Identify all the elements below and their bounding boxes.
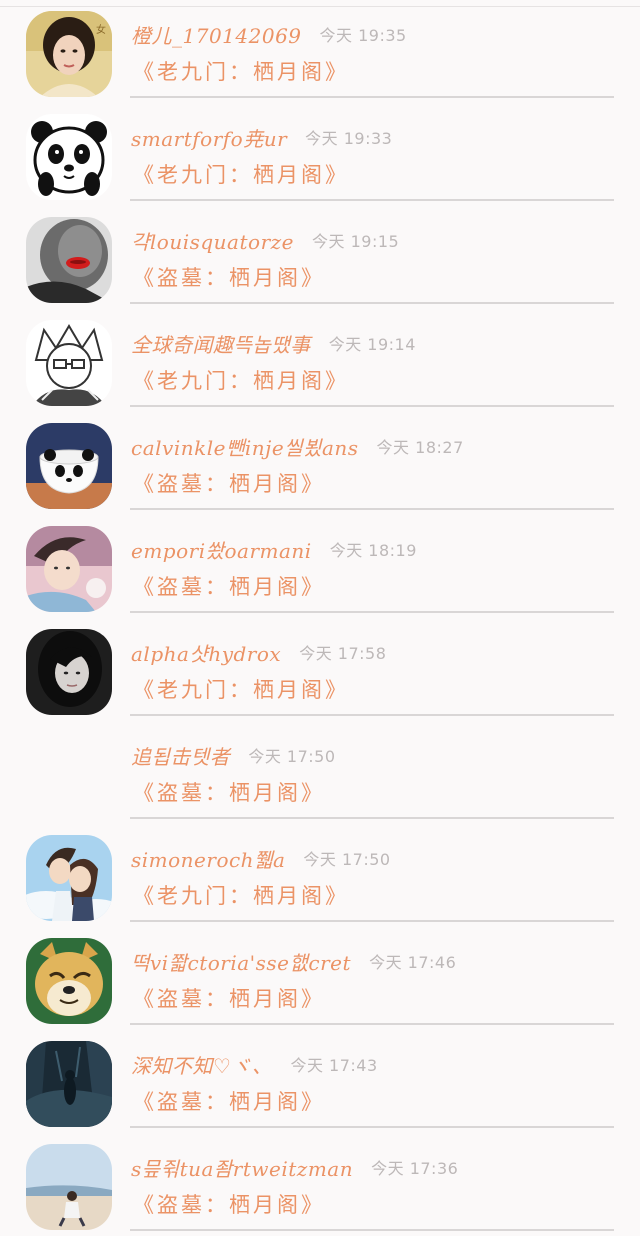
avatar[interactable]	[26, 423, 112, 509]
row-divider	[130, 199, 614, 201]
avatar[interactable]	[26, 835, 112, 921]
timestamp: 今天 17:50	[248, 747, 336, 766]
list-item[interactable]: empori쐈oarmani 今天 18:19 《盗墓：栖月阁》	[0, 515, 640, 618]
book-title[interactable]: 《老九门：栖月阁》	[133, 159, 349, 189]
row-divider	[130, 817, 614, 819]
username[interactable]: 深知不知♡ヾ、	[131, 1050, 272, 1079]
row-divider	[130, 611, 614, 613]
avatar[interactable]	[26, 1041, 112, 1127]
list-item[interactable]: 深知不知♡ヾ、 今天 17:43 《盗墓：栖月阁》	[0, 1030, 640, 1133]
row-divider	[130, 405, 614, 407]
username[interactable]: smartforfo尭ur	[131, 123, 287, 152]
avatar[interactable]	[26, 320, 112, 406]
book-title[interactable]: 《老九门：栖月阁》	[133, 880, 349, 910]
book-title[interactable]: 《老九门：栖月阁》	[133, 56, 349, 86]
avatar[interactable]: 女	[26, 11, 112, 97]
book-title[interactable]: 《盗墓：栖月阁》	[133, 262, 325, 292]
book-title[interactable]: 《盗墓：栖月阁》	[133, 777, 325, 807]
list-item[interactable]: 떡vi쫣ctoria'sse햆cret 今天 17:46 《盗墓：栖月阁》	[0, 927, 640, 1030]
book-title[interactable]: 《盗墓：栖月阁》	[133, 468, 325, 498]
comment-list[interactable]: 女 橙儿_170142069 今天 19:35 《老九门：栖月阁》 smartf…	[0, 0, 640, 1236]
list-item[interactable]: 갹louisquatorze 今天 19:15 《盗墓：栖月阁》	[0, 206, 640, 309]
username[interactable]: simoneroch쮋a	[131, 844, 285, 873]
timestamp: 今天 18:19	[329, 541, 417, 560]
timestamp: 今天 18:27	[376, 438, 464, 457]
timestamp: 今天 19:15	[312, 232, 400, 251]
row-divider	[130, 714, 614, 716]
book-title[interactable]: 《盗墓：栖月阁》	[133, 983, 325, 1013]
avatar[interactable]	[26, 938, 112, 1024]
username[interactable]: 갹louisquatorze	[131, 226, 294, 255]
username[interactable]: 全球奇闻趣뜩놉땠事	[131, 329, 311, 358]
username[interactable]: 橙儿_170142069	[131, 20, 302, 49]
list-item[interactable]: smartforfo尭ur 今天 19:33 《老九门：栖月阁》	[0, 103, 640, 206]
timestamp: 今天 19:33	[305, 129, 393, 148]
username[interactable]: 떡vi쫣ctoria'sse햆cret	[131, 947, 351, 976]
list-item[interactable]: s믚쥒tua좜rtweitzman 今天 17:36 《盗墓：栖月阁》	[0, 1133, 640, 1236]
timestamp: 今天 17:46	[369, 953, 457, 972]
book-title[interactable]: 《盗墓：栖月阁》	[133, 571, 325, 601]
row-divider	[130, 1229, 614, 1231]
book-title[interactable]: 《盗墓：栖月阁》	[133, 1086, 325, 1116]
timestamp: 今天 17:58	[299, 644, 387, 663]
book-title[interactable]: 《老九门：栖月阁》	[133, 674, 349, 704]
list-item[interactable]: simoneroch쮋a 今天 17:50 《老九门：栖月阁》	[0, 824, 640, 927]
timestamp: 今天 17:36	[371, 1159, 459, 1178]
row-divider	[130, 1023, 614, 1025]
book-title[interactable]: 《盗墓：栖月阁》	[133, 1189, 325, 1219]
list-item[interactable]: calvinkle뺀inje씰뵜ans 今天 18:27 《盗墓：栖月阁》	[0, 412, 640, 515]
avatar[interactable]	[26, 217, 112, 303]
row-divider	[130, 920, 614, 922]
row-divider	[130, 1126, 614, 1128]
timestamp: 今天 17:43	[290, 1056, 378, 1075]
list-item[interactable]: 追됩击텟者 今天 17:50 《盗墓：栖月阁》	[0, 721, 640, 824]
book-title[interactable]: 《老九门：栖月阁》	[133, 365, 349, 395]
avatar[interactable]	[26, 114, 112, 200]
row-divider	[130, 508, 614, 510]
timestamp: 今天 19:14	[328, 335, 416, 354]
username[interactable]: empori쐈oarmani	[131, 535, 312, 564]
timestamp: 今天 19:35	[319, 26, 407, 45]
row-divider	[130, 96, 614, 98]
username[interactable]: s믚쥒tua좜rtweitzman	[131, 1153, 353, 1182]
username[interactable]: calvinkle뺀inje씰뵜ans	[131, 432, 359, 461]
username[interactable]: 追됩击텟者	[131, 741, 230, 770]
avatar[interactable]	[26, 629, 112, 715]
timestamp: 今天 17:50	[303, 850, 391, 869]
username[interactable]: alpha샷hydrox	[131, 638, 281, 667]
avatar[interactable]	[26, 526, 112, 612]
list-item[interactable]: 女 橙儿_170142069 今天 19:35 《老九门：栖月阁》	[0, 0, 640, 103]
avatar[interactable]	[26, 1144, 112, 1230]
list-item[interactable]: alpha샷hydrox 今天 17:58 《老九门：栖月阁》	[0, 618, 640, 721]
svg-text:女: 女	[96, 23, 106, 36]
row-divider	[130, 302, 614, 304]
list-item[interactable]: 全球奇闻趣뜩놉땠事 今天 19:14 《老九门：栖月阁》	[0, 309, 640, 412]
